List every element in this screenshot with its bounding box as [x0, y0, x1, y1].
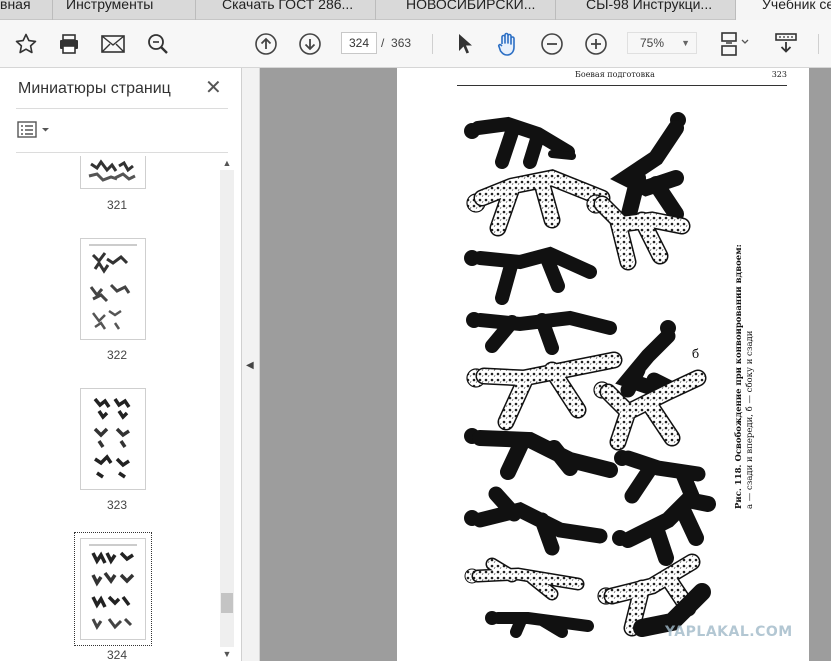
page-thumbnail-321[interactable]: [80, 156, 146, 189]
thumbnail-image: [89, 544, 137, 630]
page-header-number: 323: [771, 70, 787, 79]
page-thumbnail-324[interactable]: [74, 532, 152, 646]
scrollbar-thumb[interactable]: [221, 593, 233, 613]
next-page-icon[interactable]: [296, 30, 324, 58]
header-rule: [457, 85, 787, 86]
prev-page-icon[interactable]: [252, 30, 280, 58]
mail-icon[interactable]: [99, 30, 127, 58]
thumbnail-label: 321: [106, 198, 128, 212]
chevron-down-icon: ▼: [681, 38, 690, 48]
page-header-title: Боевая подготовка: [575, 70, 655, 79]
thumbnail-label: 323: [106, 498, 128, 512]
star-icon[interactable]: [12, 30, 40, 58]
page-separator: /: [381, 36, 385, 50]
zoom-search-icon[interactable]: [144, 30, 172, 58]
panel-title: Миниатюры страниц: [18, 80, 171, 97]
hand-tool-icon[interactable]: [494, 30, 522, 58]
tab-document-novosibirsk[interactable]: НОВОСИБИРСКИ...: [375, 0, 555, 20]
panel-divider: [16, 152, 228, 153]
page-fit-icon[interactable]: [716, 30, 756, 58]
scroll-up-icon[interactable]: ▲: [220, 156, 234, 170]
figure-caption: Рис. 118. Освобождение при конвоировании…: [730, 244, 755, 509]
scroll-mode-icon[interactable]: [772, 30, 800, 58]
document-viewer[interactable]: Боевая подготовка 323 б Рис. 118. Освобо…: [260, 68, 831, 661]
tab-label: Учебник се: [762, 0, 831, 12]
list-options-icon: [17, 121, 49, 138]
thumbnail-label: 322: [106, 348, 128, 362]
tab-document-sy98[interactable]: СЫ-98 Инструкци...: [555, 0, 735, 20]
page-thumbnail-322[interactable]: [80, 238, 146, 340]
tab-label: НОВОСИБИРСКИ...: [406, 0, 536, 12]
tab-label: СЫ-98 Инструкци...: [586, 0, 713, 12]
close-icon[interactable]: ✕: [205, 78, 222, 98]
tab-document-gost[interactable]: Скачать ГОСТ 286...: [195, 0, 375, 20]
tab-label: Скачать ГОСТ 286...: [222, 0, 354, 12]
tab-tools[interactable]: Инструменты: [52, 0, 195, 20]
panel-splitter[interactable]: ◀: [242, 68, 260, 661]
figure-illustration: б: [464, 112, 716, 638]
zoom-level-value: 75%: [640, 36, 665, 50]
thumbnail-image: [88, 159, 136, 182]
document-page: Боевая подготовка 323 б Рис. 118. Освобо…: [397, 68, 809, 661]
page-total: / 363: [381, 36, 411, 50]
figure-marker-b: б: [692, 347, 699, 361]
zoom-in-icon[interactable]: [582, 30, 610, 58]
scrollbar-track[interactable]: [220, 170, 234, 647]
toolbar-divider: [432, 34, 433, 54]
select-cursor-icon[interactable]: [450, 30, 478, 58]
toolbar-divider: [818, 34, 819, 54]
thumbnails-panel: Миниатюры страниц ✕ 321 322 323 324 ▲ ▼: [0, 68, 242, 661]
caption-line-1: Рис. 118. Освобождение при конвоировании…: [734, 244, 744, 509]
tab-label: Инструменты: [66, 0, 154, 12]
collapse-panel-icon[interactable]: ◀: [246, 360, 254, 371]
thumbnail-label: 324: [106, 648, 128, 661]
total-pages: 363: [391, 36, 412, 50]
thumbnail-scrollbar[interactable]: ▲ ▼: [220, 156, 234, 661]
page-thumbnail-323[interactable]: [80, 388, 146, 490]
panel-divider: [16, 108, 228, 109]
thumbnail-image: [93, 397, 131, 479]
caption-line-2: а — сзади и впереди, б — сбоку и сзади: [745, 330, 755, 509]
tab-home[interactable]: вная: [0, 0, 52, 20]
toolbar: 324 / 363 75% ▼: [0, 20, 831, 68]
tab-bar: вная Инструменты Скачать ГОСТ 286... НОВ…: [0, 0, 831, 20]
page-number-input[interactable]: 324: [341, 32, 377, 54]
zoom-level-select[interactable]: 75% ▼: [627, 32, 697, 54]
print-icon[interactable]: [55, 30, 83, 58]
zoom-out-icon[interactable]: [538, 30, 566, 58]
thumbnail-image: [89, 244, 137, 330]
watermark: YAPLAKAL.COM: [665, 624, 793, 640]
scroll-down-icon[interactable]: ▼: [220, 647, 234, 661]
thumbnail-list: 321 322 323 324: [16, 156, 218, 661]
tab-label: вная: [0, 0, 31, 12]
thumbnail-options-button[interactable]: [17, 120, 57, 140]
tab-document-active[interactable]: Учебник се: [735, 0, 831, 20]
